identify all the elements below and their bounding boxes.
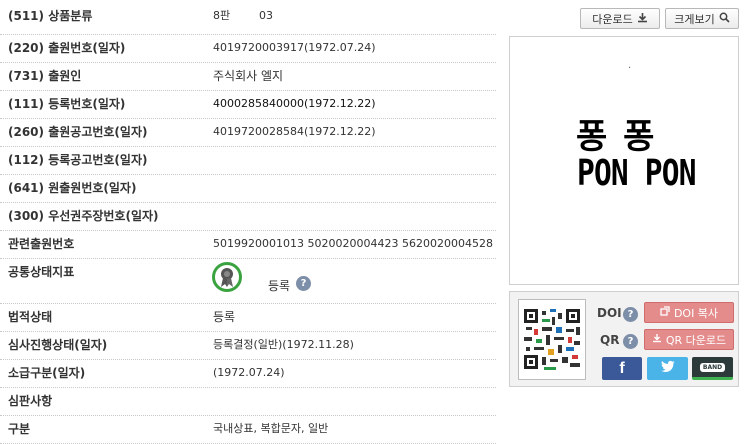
zoom-label: 크게보기 — [674, 12, 715, 26]
row-applicant: (731) 출원인 주식회사 엘지 — [0, 63, 496, 91]
field-label: 소급구분(일자) — [8, 366, 86, 380]
row-category: 구분 국내상표, 복합문자, 일반 — [0, 416, 496, 444]
doi-copy-button[interactable]: DOI 복사 — [644, 302, 734, 323]
field-label: 공통상태지표 — [8, 265, 75, 279]
qr-code-icon[interactable] — [518, 299, 586, 380]
field-value: 국내상표, 복합문자, 일반 — [213, 422, 329, 435]
field-label: 관련출원번호 — [8, 237, 75, 251]
twitter-icon — [660, 360, 676, 377]
row-application-number: (220) 출원번호(일자) 4019720003917(1972.07.24) — [0, 35, 496, 63]
registration-number-link[interactable]: 4000285840000(1972.12.22) — [213, 91, 376, 117]
applicant-link[interactable]: 주식회사 엘지 — [213, 63, 283, 89]
row-examination-status: 심사진행상태(일자) 등록결정(일반)(1972.11.28) — [0, 332, 496, 360]
field-value: 4019720003917(1972.07.24) — [213, 41, 376, 54]
field-value: 4019720028584(1972.12.22) — [213, 125, 376, 138]
image-speck: · — [628, 63, 632, 74]
share-panel: DOI ? DOI 복사 QR ? QR 다운로드 f BAND — [509, 291, 739, 387]
trademark-latin-text: PON PON — [577, 153, 696, 194]
common-status-text: 등록 — [268, 279, 291, 293]
link-icon — [660, 306, 670, 319]
row-product-class: (511) 상품분류 8판 03 — [0, 0, 496, 35]
field-label: (111) 등록번호(일자) — [8, 97, 126, 111]
qr-label: QR — [600, 333, 620, 347]
field-label: 심사진행상태(일자) — [8, 338, 108, 352]
download-icon — [652, 333, 662, 346]
qr-download-label: QR 다운로드 — [665, 333, 727, 347]
related-application-links[interactable]: 5019920001013 5020020004423 562002000452… — [213, 231, 493, 257]
facebook-share-button[interactable]: f — [602, 357, 642, 380]
row-registration-number: (111) 등록번호(일자) 4000285840000(1972.12.22) — [0, 91, 496, 119]
download-label: 다운로드 — [592, 12, 633, 26]
field-label: 법적상태 — [8, 310, 53, 324]
row-legal-status: 법적상태 등록 — [0, 304, 496, 332]
row-original-application: (641) 원출원번호(일자) — [0, 175, 496, 203]
download-button[interactable]: 다운로드 — [580, 8, 660, 29]
band-icon: BAND — [699, 362, 726, 372]
row-retroactive: 소급구분(일자) (1972.07.24) — [0, 360, 496, 388]
help-icon[interactable]: ? — [296, 276, 311, 291]
row-registration-publication: (112) 등록공고번호(일자) — [0, 147, 496, 175]
trademark-korean-text: 퐁 퐁 — [576, 117, 657, 157]
field-label: (641) 원출원번호(일자) — [8, 181, 137, 195]
doi-label: DOI — [597, 306, 622, 320]
help-icon[interactable]: ? — [623, 334, 638, 349]
trademark-image[interactable]: · 퐁 퐁 PON PON — [509, 36, 739, 285]
help-icon[interactable]: ? — [623, 307, 638, 322]
field-value: 등록결정(일반)(1972.11.28) — [213, 338, 354, 351]
field-value: 8판 03 — [213, 9, 273, 22]
band-share-button[interactable]: BAND — [692, 357, 733, 380]
row-publication-number: (260) 출원공고번호(일자) 4019720028584(1972.12.2… — [0, 119, 496, 147]
twitter-share-button[interactable] — [647, 357, 688, 380]
row-priority-claim: (300) 우선권주장번호(일자) — [0, 203, 496, 231]
field-label: (260) 출원공고번호(일자) — [8, 125, 148, 139]
field-label: (731) 출원인 — [8, 69, 82, 83]
search-icon — [719, 12, 730, 26]
info-table: (511) 상품분류 8판 03 (220) 출원번호(일자) 401972000… — [0, 0, 496, 444]
field-value: (1972.07.24) — [213, 366, 285, 379]
field-label: (220) 출원번호(일자) — [8, 41, 126, 55]
field-value: 등록 — [213, 310, 236, 324]
field-label: (112) 등록공고번호(일자) — [8, 153, 148, 167]
row-common-status: 공통상태지표 등록 ? — [0, 259, 496, 304]
row-related-applications: 관련출원번호 5019920001013 5020020004423 56200… — [0, 231, 496, 259]
download-icon — [637, 12, 648, 26]
facebook-icon: f — [619, 359, 625, 377]
zoom-button[interactable]: 크게보기 — [665, 8, 739, 29]
qr-download-button[interactable]: QR 다운로드 — [644, 329, 734, 350]
registered-status-icon — [212, 262, 242, 292]
field-label: (511) 상품분류 — [8, 9, 93, 23]
field-label: 구분 — [8, 422, 31, 436]
row-trial: 심판사항 — [0, 388, 496, 416]
field-label: 심판사항 — [8, 394, 53, 408]
doi-copy-label: DOI 복사 — [673, 306, 719, 320]
field-label: (300) 우선권주장번호(일자) — [8, 209, 159, 223]
